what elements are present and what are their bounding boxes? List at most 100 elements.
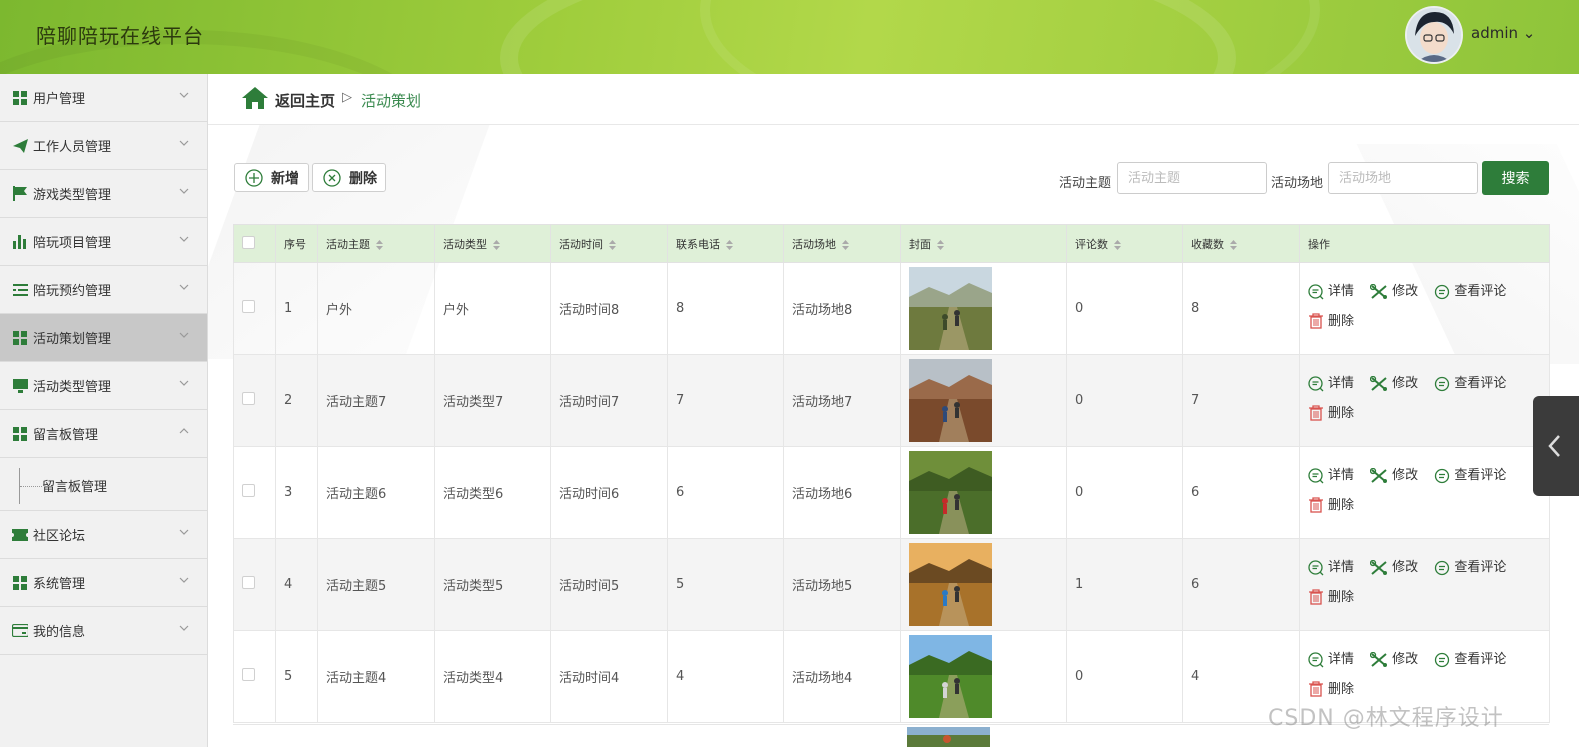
column-header[interactable]: 活动时间 bbox=[550, 224, 668, 263]
venue-search-input[interactable] bbox=[1328, 162, 1478, 194]
delete-action[interactable]: 删除 bbox=[1308, 309, 1354, 334]
home-icon[interactable] bbox=[242, 87, 268, 109]
table-row[interactable]: 1 户外 户外 活动时间8 8 活动场地8 0 8 详情 修改 查看评论 删除 bbox=[233, 262, 1550, 355]
row-checkbox[interactable] bbox=[242, 668, 255, 681]
delete-label: 删除 bbox=[1328, 681, 1355, 697]
cover-thumbnail[interactable] bbox=[909, 267, 992, 350]
column-header[interactable]: 评论数 bbox=[1066, 224, 1183, 263]
sort-icon[interactable] bbox=[609, 239, 616, 250]
view-comments-action[interactable]: 查看评论 bbox=[1434, 279, 1506, 304]
cover-thumbnail[interactable] bbox=[909, 543, 992, 626]
add-button[interactable]: 新增 bbox=[234, 163, 309, 192]
sidebar-item-activity-mgmt[interactable]: 活动策划管理 bbox=[0, 314, 207, 362]
row-checkbox[interactable] bbox=[242, 300, 255, 313]
edit-action[interactable]: 修改 bbox=[1370, 371, 1418, 396]
sidebar-item-user-mgmt[interactable]: 用户管理 bbox=[0, 74, 207, 122]
sort-icon[interactable] bbox=[937, 239, 944, 250]
delete-action[interactable]: 删除 bbox=[1308, 677, 1354, 702]
view-comments-action[interactable]: 查看评论 bbox=[1434, 555, 1506, 580]
cover-thumbnail[interactable] bbox=[909, 451, 992, 534]
column-header[interactable]: 封面 bbox=[900, 224, 1067, 263]
view-comments-label: 查看评论 bbox=[1454, 284, 1507, 299]
column-header[interactable]: 活动类型 bbox=[434, 224, 551, 263]
row-select-cell[interactable] bbox=[233, 630, 276, 723]
view-comments-action[interactable]: 查看评论 bbox=[1434, 463, 1506, 488]
edit-action[interactable]: 修改 bbox=[1370, 555, 1418, 580]
sidebar-item-label: 我的信息 bbox=[33, 625, 86, 640]
row-select-cell[interactable] bbox=[233, 446, 276, 539]
edit-action[interactable]: 修改 bbox=[1370, 647, 1418, 672]
view-comments-action[interactable]: 查看评论 bbox=[1434, 371, 1506, 396]
select-all-cell[interactable] bbox=[233, 224, 276, 263]
detail-action[interactable]: 详情 bbox=[1308, 555, 1354, 580]
sidebar-item-forum[interactable]: 社区论坛 bbox=[0, 511, 207, 559]
detail-label: 详情 bbox=[1328, 560, 1355, 575]
sidebar-item-game-type-mgmt[interactable]: 游戏类型管理 bbox=[0, 170, 207, 218]
sort-icon[interactable] bbox=[726, 239, 733, 250]
delete-label: 删除 bbox=[1328, 313, 1355, 329]
side-panel-toggle[interactable] bbox=[1533, 396, 1579, 496]
site-title: 陪聊陪玩在线平台 bbox=[36, 24, 204, 48]
delete-action[interactable]: 删除 bbox=[1308, 493, 1354, 518]
cover-thumbnail[interactable] bbox=[909, 359, 992, 442]
chevron-down-icon bbox=[179, 332, 189, 338]
sidebar-item-activity-type-mgmt[interactable]: 活动类型管理 bbox=[0, 362, 207, 410]
column-header[interactable]: 收藏数 bbox=[1182, 224, 1300, 263]
breadcrumb-current: 活动策划 bbox=[361, 92, 422, 110]
detail-action[interactable]: 详情 bbox=[1308, 463, 1354, 488]
table-row[interactable]: 4 活动主题5 活动类型5 活动时间5 5 活动场地5 1 6 详情 修改 查看… bbox=[233, 538, 1550, 631]
row-select-cell[interactable] bbox=[233, 354, 276, 447]
user-menu[interactable]: admin ⌄ bbox=[1471, 24, 1535, 42]
cell-cover bbox=[900, 538, 1067, 631]
edit-action[interactable]: 修改 bbox=[1370, 279, 1418, 304]
sort-icon[interactable] bbox=[842, 239, 849, 250]
sort-icon[interactable] bbox=[376, 239, 383, 250]
delete-action[interactable]: 删除 bbox=[1308, 401, 1354, 426]
column-header-label: 活动时间 bbox=[559, 237, 603, 251]
sidebar-item-label: 活动策划管理 bbox=[33, 332, 112, 347]
detail-action[interactable]: 详情 bbox=[1308, 371, 1354, 396]
sidebar-item-my-info[interactable]: 我的信息 bbox=[0, 607, 207, 655]
sidebar-item-staff-mgmt[interactable]: 工作人员管理 bbox=[0, 122, 207, 170]
sidebar-item-label: 系统管理 bbox=[33, 577, 86, 592]
column-header-label: 收藏数 bbox=[1191, 237, 1224, 251]
sidebar-item-booking-mgmt[interactable]: 陪玩预约管理 bbox=[0, 266, 207, 314]
column-header[interactable]: 活动主题 bbox=[317, 224, 435, 263]
sort-icon[interactable] bbox=[1114, 239, 1121, 250]
detail-action[interactable]: 详情 bbox=[1308, 279, 1354, 304]
column-header[interactable]: 活动场地 bbox=[783, 224, 901, 263]
row-checkbox[interactable] bbox=[242, 576, 255, 589]
row-checkbox[interactable] bbox=[242, 392, 255, 405]
cell-venue: 活动场地6 bbox=[783, 446, 901, 539]
cover-thumbnail[interactable] bbox=[909, 635, 992, 718]
delete-action[interactable]: 删除 bbox=[1308, 585, 1354, 610]
row-select-cell[interactable] bbox=[233, 262, 276, 355]
sidebar-item-companion-project-mgmt[interactable]: 陪玩项目管理 bbox=[0, 218, 207, 266]
sort-icon[interactable] bbox=[493, 239, 500, 250]
wrench-icon bbox=[1370, 283, 1388, 299]
column-header[interactable]: 联系电话 bbox=[667, 224, 784, 263]
edit-action[interactable]: 修改 bbox=[1370, 463, 1418, 488]
avatar[interactable] bbox=[1405, 6, 1463, 64]
delete-button[interactable]: 删除 bbox=[312, 163, 386, 192]
monitor-icon bbox=[12, 378, 28, 394]
select-all-checkbox[interactable] bbox=[242, 235, 255, 249]
grid-icon bbox=[12, 90, 28, 106]
column-header-label: 活动主题 bbox=[326, 237, 370, 251]
sidebar-item-message-board-mgmt[interactable]: 留言板管理 bbox=[0, 410, 207, 458]
sidebar-item-system-mgmt[interactable]: 系统管理 bbox=[0, 559, 207, 607]
search-button[interactable]: 搜索 bbox=[1482, 161, 1549, 195]
flag-icon bbox=[12, 186, 28, 202]
table-row[interactable]: 3 活动主题6 活动类型6 活动时间6 6 活动场地6 0 6 详情 修改 查看… bbox=[233, 446, 1550, 539]
delete-label: 删除 bbox=[1328, 589, 1355, 605]
view-comments-action[interactable]: 查看评论 bbox=[1434, 647, 1506, 672]
breadcrumb-home-link[interactable]: 返回主页 bbox=[275, 90, 335, 111]
detail-action[interactable]: 详情 bbox=[1308, 647, 1354, 672]
table-row[interactable]: 2 活动主题7 活动类型7 活动时间7 7 活动场地7 0 7 详情 修改 查看… bbox=[233, 354, 1550, 447]
row-select-cell[interactable] bbox=[233, 538, 276, 631]
row-checkbox[interactable] bbox=[242, 484, 255, 497]
cell-comments: 0 bbox=[1066, 630, 1183, 723]
sidebar-subitem-message-board[interactable]: 留言板管理 bbox=[0, 458, 207, 511]
topic-search-input[interactable] bbox=[1117, 162, 1267, 194]
sort-icon[interactable] bbox=[1230, 239, 1237, 250]
